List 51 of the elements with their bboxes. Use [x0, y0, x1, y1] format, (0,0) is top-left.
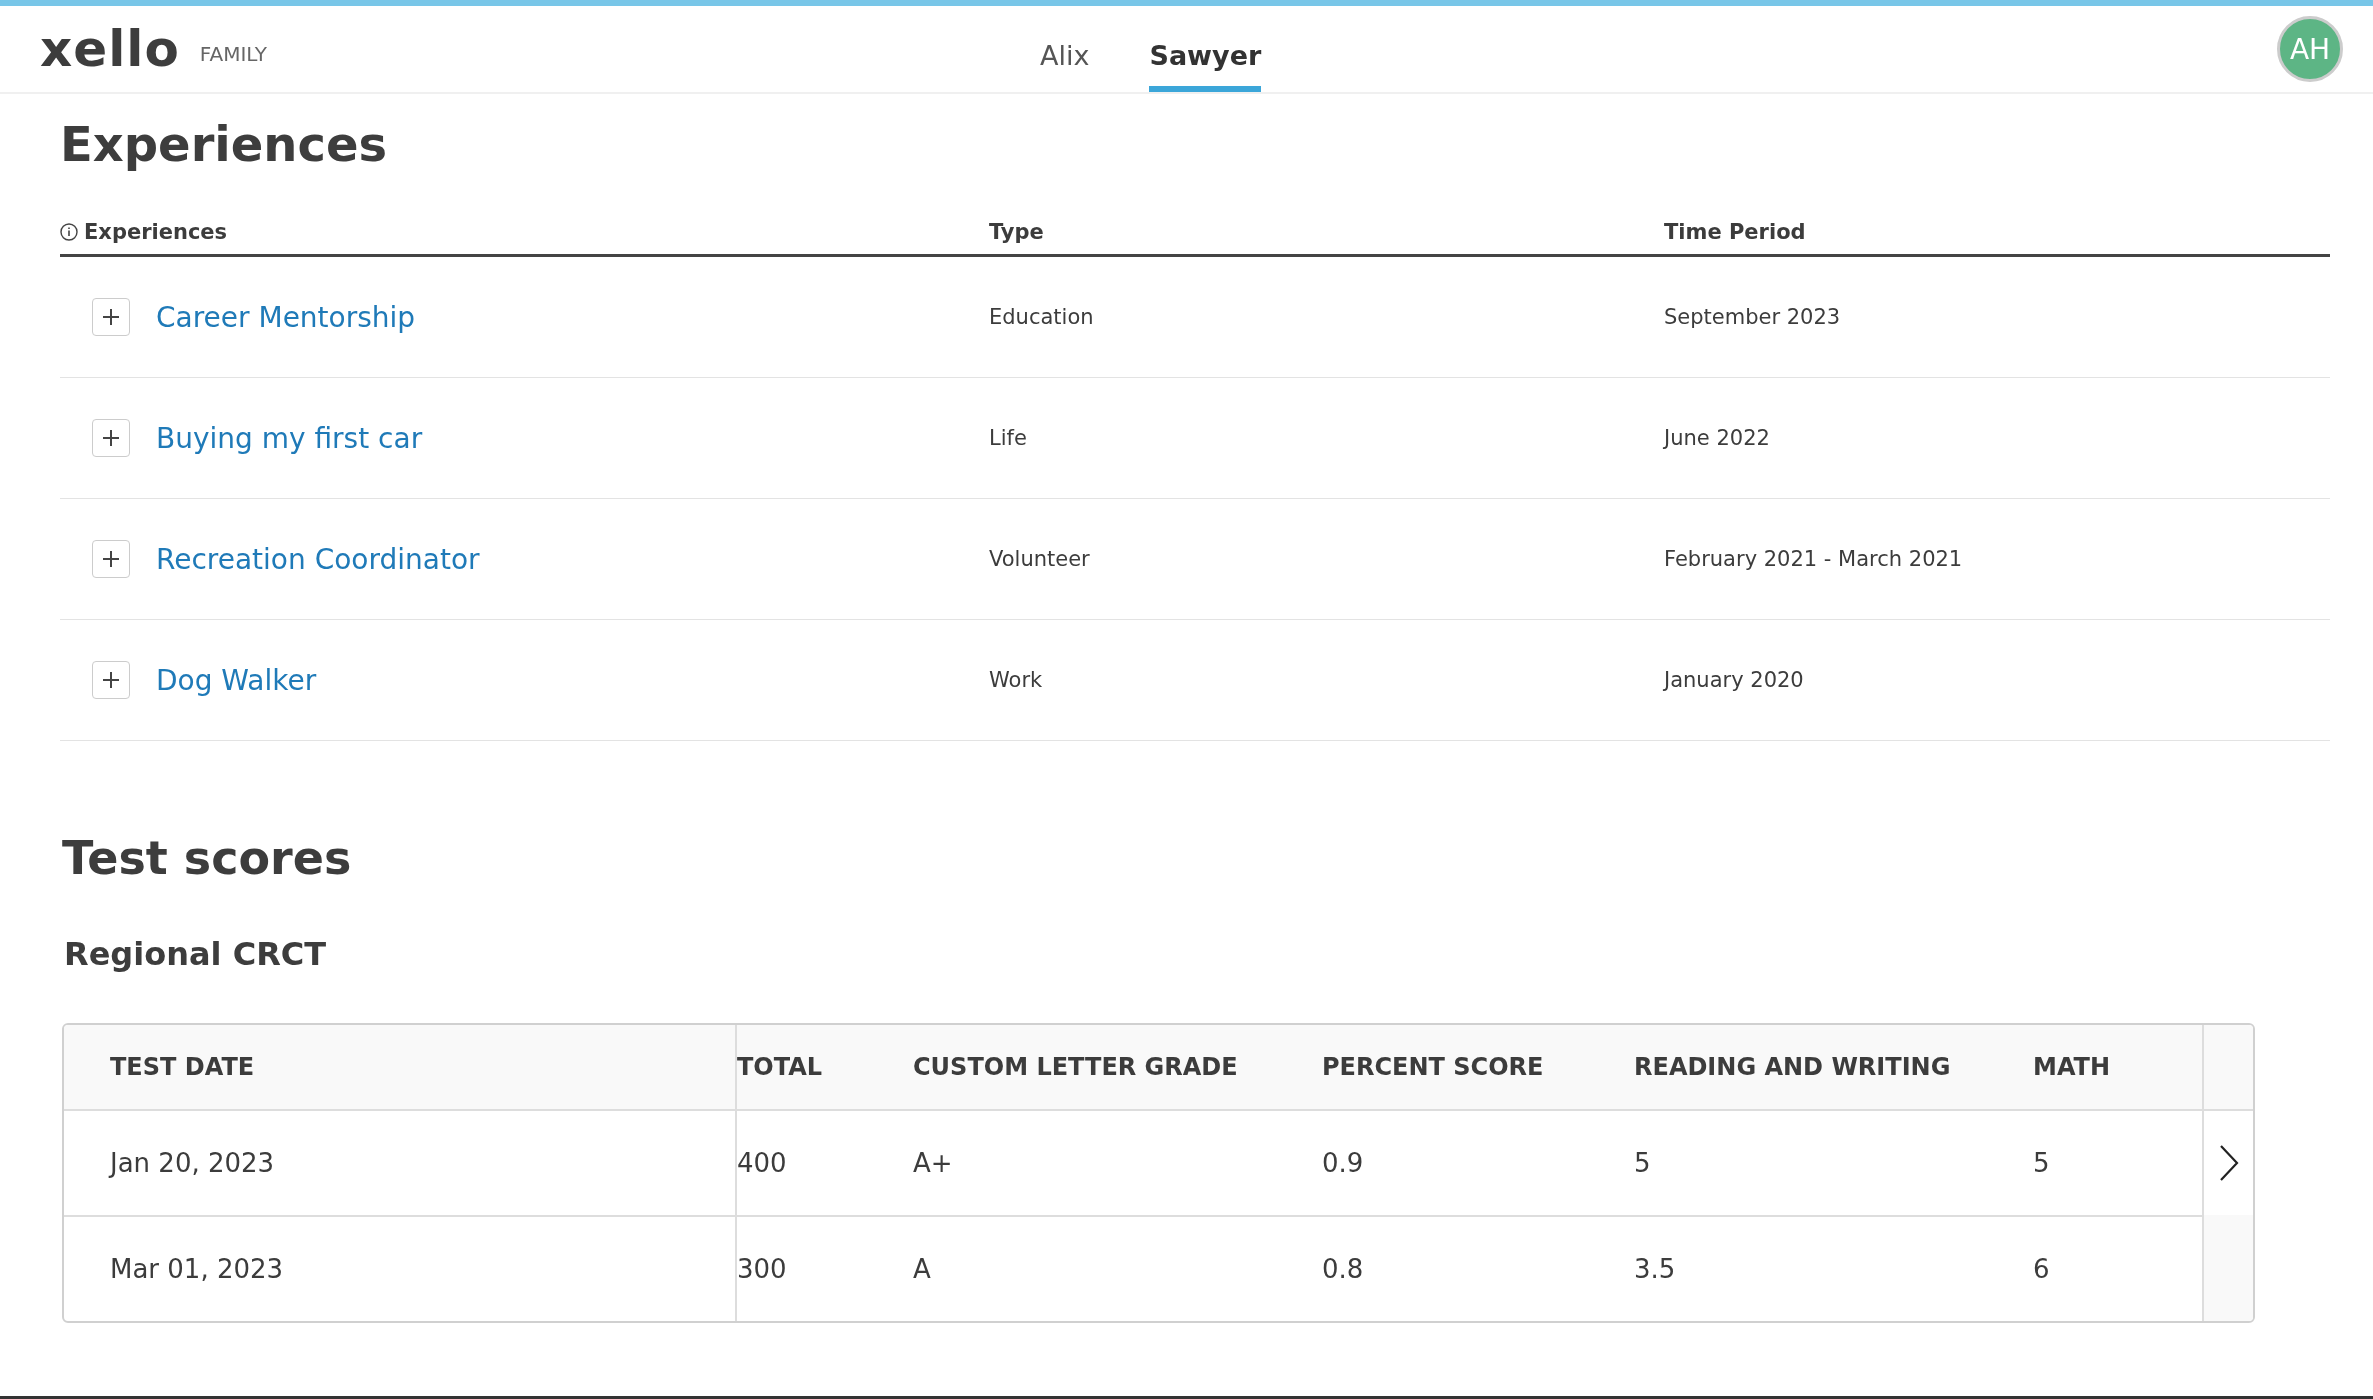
- student-tab[interactable]: Sawyer: [1149, 6, 1262, 92]
- table-cell-text: Education: [989, 305, 1095, 329]
- info-icon: [60, 223, 78, 241]
- table-cell: 5: [1634, 1111, 2033, 1217]
- chevron-right-icon: [2218, 1144, 2239, 1182]
- plus-icon: [101, 428, 121, 448]
- product-label: FAMILY: [199, 42, 267, 66]
- student-tab[interactable]: Alix: [1040, 6, 1090, 92]
- table-cell-text: 3.5: [1634, 1253, 1677, 1286]
- column-header: READING AND WRITING: [1634, 1025, 2033, 1111]
- experience-link[interactable]: Recreation Coordinator: [156, 542, 480, 576]
- table-cell-text: January 2020: [1664, 668, 1805, 692]
- logo: xello: [40, 20, 180, 78]
- table-cell-text: September 2023: [1664, 305, 1842, 329]
- table-cell-text: 6: [2033, 1253, 2051, 1286]
- column-header: TOTAL: [737, 1025, 913, 1111]
- column-header: Type: [989, 220, 1045, 244]
- column-header: MATH: [2033, 1025, 2202, 1111]
- plus-icon: [101, 549, 121, 569]
- table-cell-text: 300: [737, 1253, 788, 1286]
- plus-icon: [101, 670, 121, 690]
- expand-button[interactable]: [92, 298, 130, 336]
- avatar[interactable]: AH: [2277, 16, 2343, 82]
- column-header: TEST DATE: [64, 1025, 737, 1111]
- expand-button[interactable]: [92, 661, 130, 699]
- table-cell-text: February 2021 - March 2021: [1664, 547, 1964, 571]
- column-header: PERCENT SCORE: [1322, 1025, 1634, 1111]
- table-cell: 0.9: [1322, 1111, 1634, 1217]
- next-button[interactable]: [2204, 1111, 2253, 1215]
- table-cell-text: Work: [989, 668, 1044, 692]
- table-cell: Jan 20, 2023: [64, 1111, 737, 1217]
- column-header: CUSTOM LETTER GRADE: [913, 1025, 1322, 1111]
- expand-button[interactable]: [92, 540, 130, 578]
- table-cell-text: Volunteer: [989, 547, 1091, 571]
- table-cell: Mar 01, 2023: [64, 1217, 737, 1321]
- table-cell: 400: [737, 1111, 913, 1217]
- experience-link[interactable]: Buying my first car: [156, 421, 423, 455]
- experience-link[interactable]: Career Mentorship: [156, 300, 416, 334]
- table-cell-text: June 2022: [1664, 426, 1771, 450]
- expand-button[interactable]: [92, 419, 130, 457]
- table-cell-text: Life: [989, 426, 1028, 450]
- table-cell-text: 0.8: [1322, 1253, 1365, 1286]
- table-cell-text: A: [913, 1253, 932, 1286]
- experience-link[interactable]: Dog Walker: [156, 663, 317, 697]
- column-header: Time Period: [1664, 220, 1807, 244]
- section-heading: Experiences: [60, 116, 389, 172]
- column-header: Experiences: [84, 220, 228, 244]
- section-heading: Test scores: [62, 831, 353, 885]
- plus-icon: [101, 307, 121, 327]
- test-name: Regional CRCT: [64, 935, 328, 973]
- table-cell: A+: [913, 1111, 1322, 1217]
